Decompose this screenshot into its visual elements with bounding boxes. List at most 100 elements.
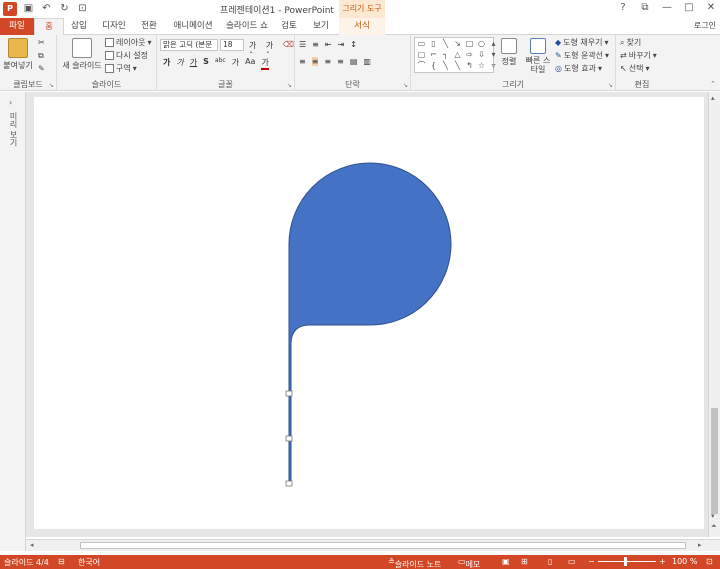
strikethrough-button[interactable]: abc: [215, 57, 226, 70]
ribbon-display-icon[interactable]: ⧉: [638, 2, 652, 13]
line-shape-icon[interactable]: ╲: [440, 39, 451, 49]
scroll-left-icon[interactable]: ◂: [30, 541, 34, 549]
elbow-shape-icon[interactable]: ┐: [440, 50, 451, 60]
drawing-launcher-icon[interactable]: ↘: [608, 82, 613, 89]
select-button[interactable]: ↖ 선택 ▾: [620, 63, 649, 74]
cut-button[interactable]: ✂: [38, 38, 45, 47]
find-button[interactable]: ⌕ 찾기: [620, 37, 641, 48]
diagonal-shape-icon[interactable]: ╲: [440, 61, 451, 71]
tab-animations[interactable]: 애니메이션: [166, 18, 220, 35]
bold-button[interactable]: 가: [163, 57, 170, 70]
tab-review[interactable]: 검토: [274, 18, 304, 35]
numbering-icon[interactable]: ≡: [312, 40, 319, 49]
horizontal-scroll-thumb[interactable]: [80, 542, 686, 549]
shape-outline-button[interactable]: ✎ 도형 윤곽선 ▾: [555, 50, 609, 61]
sign-in-link[interactable]: 로그인: [694, 20, 716, 31]
down-arrow-shape-icon[interactable]: ⇩: [476, 50, 487, 60]
slide-canvas[interactable]: [34, 97, 704, 529]
resize-handle-top[interactable]: [285, 390, 293, 397]
align-right-icon[interactable]: ≡: [324, 57, 331, 66]
tab-file[interactable]: 파일: [0, 18, 34, 35]
zoom-slider-thumb[interactable]: [624, 557, 627, 566]
character-spacing-button[interactable]: 가: [232, 57, 239, 70]
arrow-line-shape-icon[interactable]: ↘: [452, 39, 463, 49]
paragraph-launcher-icon[interactable]: ↘: [403, 82, 408, 89]
notes-button[interactable]: ≗ 슬라이드 노트: [388, 557, 441, 569]
replace-button[interactable]: ⇄ 바꾸기 ▾: [620, 50, 657, 61]
reset-button[interactable]: 다시 설정: [105, 50, 148, 61]
save-icon[interactable]: ▣: [22, 3, 35, 15]
shape-fill-button[interactable]: ◆ 도형 채우기 ▾: [555, 37, 609, 48]
horizontal-scrollbar[interactable]: ◂ ▸: [26, 539, 720, 551]
bullets-icon[interactable]: ☰: [299, 40, 306, 49]
reading-view-icon[interactable]: ▯: [548, 557, 552, 566]
autofit-icon[interactable]: ⊡: [76, 3, 89, 15]
minimize-icon[interactable]: —: [660, 2, 674, 13]
resize-handle-middle[interactable]: [285, 435, 293, 442]
vertical-textbox-shape-icon[interactable]: ▯: [428, 39, 439, 49]
textbox-shape-icon[interactable]: ▭: [416, 39, 427, 49]
double-line-shape-icon[interactable]: ╲: [452, 61, 463, 71]
right-arrow-shape-icon[interactable]: ⇨: [464, 50, 475, 60]
resize-handle-bottom[interactable]: [285, 480, 293, 487]
slideshow-view-icon[interactable]: ▭: [568, 557, 576, 566]
shadow-button[interactable]: S: [203, 57, 209, 70]
bent-arrow-shape-icon[interactable]: ↰: [464, 61, 475, 71]
comments-button[interactable]: ▭ 메모: [458, 557, 480, 569]
spellcheck-icon[interactable]: ⊟: [58, 557, 65, 566]
font-name-dropdown[interactable]: 맑은 고딕 (본문: [160, 39, 218, 51]
paste-button[interactable]: 붙여넣기: [2, 38, 34, 71]
tab-view[interactable]: 보기: [306, 18, 336, 35]
rectangle-shape-icon[interactable]: □: [464, 39, 475, 49]
rounded-rect-shape-icon[interactable]: ▢: [416, 50, 427, 60]
fit-slide-icon[interactable]: ⊡: [706, 557, 713, 566]
font-launcher-icon[interactable]: ↘: [287, 82, 292, 89]
tab-home[interactable]: 홈: [34, 18, 64, 36]
new-slide-button[interactable]: 새 슬라이드: [61, 38, 103, 71]
maximize-icon[interactable]: □: [682, 2, 696, 13]
align-left-icon[interactable]: ≡: [299, 57, 306, 66]
distributed-icon[interactable]: ▤: [350, 57, 358, 66]
scroll-down-icon[interactable]: ▾: [711, 512, 715, 520]
redo-icon[interactable]: ↻: [58, 3, 71, 15]
thumbnail-pane-label[interactable]: 미리 보기: [8, 112, 19, 147]
scroll-right-icon[interactable]: ▸: [698, 541, 702, 549]
zoom-level[interactable]: 100 %: [672, 557, 697, 566]
arrange-button[interactable]: 정렬: [497, 38, 521, 67]
slide-sorter-icon[interactable]: ⊞: [521, 557, 528, 566]
line-spacing-icon[interactable]: ↕: [350, 40, 357, 49]
vertical-scroll-thumb[interactable]: [711, 408, 718, 514]
expand-pane-icon[interactable]: ›: [9, 98, 12, 107]
vertical-scrollbar[interactable]: ▴ ▾ ⏶: [708, 92, 720, 537]
font-size-dropdown[interactable]: 18: [220, 39, 244, 51]
shape-effects-button[interactable]: ◎ 도형 효과 ▾: [555, 63, 602, 74]
triangle-shape-icon[interactable]: △: [452, 50, 463, 60]
tab-design[interactable]: 디자인: [96, 18, 132, 35]
clear-format-icon[interactable]: ⌫: [283, 40, 294, 60]
quick-styles-button[interactable]: 빠른 스타일: [523, 38, 553, 74]
collapse-ribbon-icon[interactable]: ⌃: [710, 80, 716, 88]
tab-slideshow[interactable]: 슬라이드 쇼: [222, 18, 272, 35]
format-painter-button[interactable]: ✎: [38, 64, 45, 73]
zoom-out-icon[interactable]: −: [588, 557, 595, 566]
underline-button[interactable]: 가: [190, 57, 197, 70]
change-case-button[interactable]: Aa: [245, 57, 255, 70]
clipboard-launcher-icon[interactable]: ↘: [49, 82, 54, 89]
tab-format[interactable]: 서식: [339, 18, 385, 35]
align-center-icon[interactable]: ≡: [311, 57, 319, 66]
increase-indent-icon[interactable]: ⇥: [338, 40, 345, 49]
flag-shape[interactable]: [288, 162, 452, 484]
section-button[interactable]: 구역 ▾: [105, 63, 137, 74]
zoom-slider-track[interactable]: [598, 561, 656, 562]
star-shape-icon[interactable]: ☆: [476, 61, 487, 71]
columns-icon[interactable]: ▥: [363, 57, 371, 66]
previous-slide-icon[interactable]: ⏶: [711, 522, 717, 531]
connector-shape-icon[interactable]: ⌐: [428, 50, 439, 60]
shape-gallery[interactable]: ▭ ▯ ╲ ↘ □ ○ ▴ ▢ ⌐ ┐ △ ⇨ ⇩ ▾ ⌒ { ╲ ╲ ↰ ☆ …: [414, 37, 496, 73]
oval-shape-icon[interactable]: ○: [476, 39, 487, 49]
normal-view-icon[interactable]: ▣: [502, 557, 510, 566]
justify-icon[interactable]: ≡: [337, 57, 344, 66]
curve-shape-icon[interactable]: ⌒: [416, 61, 427, 71]
italic-button[interactable]: 가: [176, 57, 183, 70]
language-indicator[interactable]: 한국어: [78, 557, 100, 568]
